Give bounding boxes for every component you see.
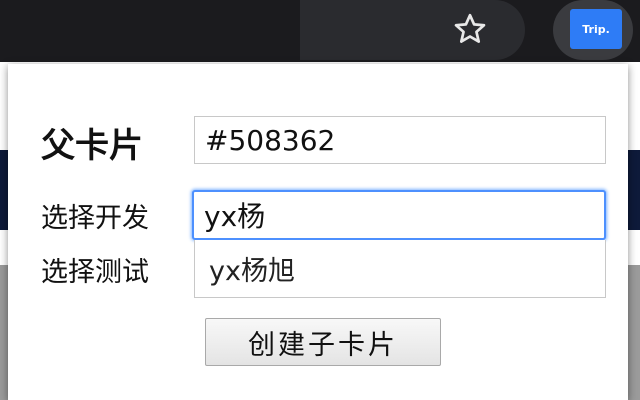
suggestion-text: yx杨旭 — [209, 256, 295, 287]
select-test-label: 选择测试 — [41, 257, 149, 288]
extension-popup: 父卡片 选择开发 选择测试 yx杨旭 创建子卡片 — [8, 64, 628, 400]
bookmark-star-button[interactable] — [448, 9, 492, 53]
trip-extension-icon[interactable]: Trip. — [570, 9, 622, 49]
page-background-right — [628, 150, 640, 230]
extension-label: Trip. — [582, 22, 610, 36]
parent-card-input[interactable] — [194, 116, 606, 164]
create-subcard-button[interactable]: 创建子卡片 — [205, 318, 441, 366]
select-dev-input[interactable] — [192, 190, 606, 240]
dev-suggestion-option[interactable]: yx杨旭 — [194, 240, 606, 298]
parent-card-label: 父卡片 — [41, 126, 143, 166]
select-dev-label: 选择开发 — [41, 203, 149, 234]
star-icon — [452, 11, 488, 51]
